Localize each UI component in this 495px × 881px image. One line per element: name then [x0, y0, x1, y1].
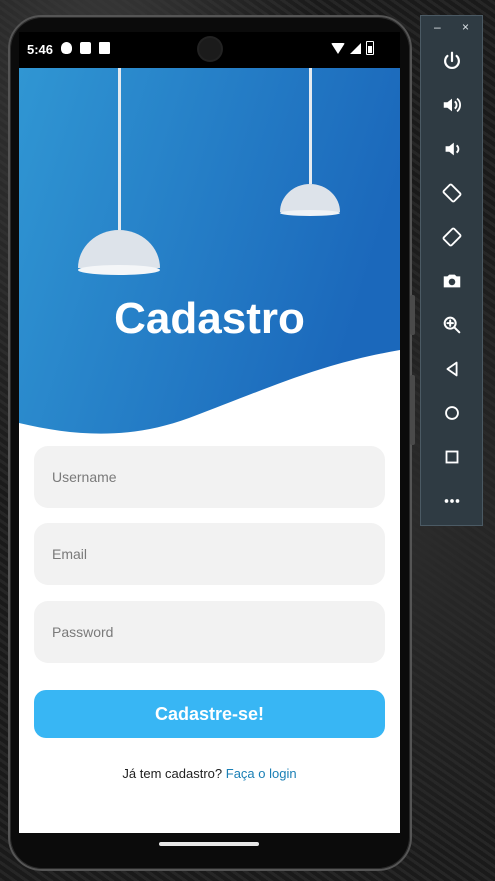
- more-button[interactable]: [421, 483, 482, 519]
- more-icon: [444, 499, 459, 503]
- volume-down-button[interactable]: [421, 131, 482, 167]
- rotate-left-button[interactable]: [421, 175, 482, 211]
- home-icon: [444, 406, 459, 420]
- battery-icon: [366, 41, 374, 55]
- zoom-button[interactable]: [421, 307, 482, 343]
- overview-button[interactable]: [421, 439, 482, 475]
- front-camera: [199, 38, 221, 60]
- login-prompt-text: Já tem cadastro?: [122, 766, 223, 781]
- zoom-icon: [443, 316, 460, 334]
- rotate-right-button[interactable]: [421, 219, 482, 255]
- signal-icon: [350, 42, 361, 54]
- login-prompt: Já tem cadastro? Faça o login: [19, 766, 400, 781]
- system-icons: [331, 41, 374, 55]
- register-button[interactable]: Cadastre-se!: [34, 690, 385, 738]
- camera-icon: [443, 274, 460, 288]
- gesture-nav-handle[interactable]: [159, 842, 259, 846]
- emulator-toolbar: – ×: [420, 15, 483, 526]
- back-button[interactable]: [421, 351, 482, 387]
- shield-icon: [61, 42, 72, 54]
- minimize-button[interactable]: –: [434, 20, 441, 34]
- overview-icon: [445, 450, 458, 464]
- app-screen: Cadastro Cadastre-se! Já tem cadastro? F…: [19, 68, 400, 833]
- notification-icons: [61, 42, 110, 54]
- password-input[interactable]: [34, 601, 385, 663]
- page-title: Cadastro: [114, 294, 305, 343]
- power-button[interactable]: [421, 43, 482, 79]
- power-icon: [443, 51, 460, 70]
- status-time: 5:46: [27, 42, 54, 57]
- text-a-icon: [99, 42, 110, 54]
- login-link[interactable]: Faça o login: [226, 766, 297, 781]
- volume-up-icon: [443, 97, 461, 113]
- sim-card-icon: [80, 42, 91, 54]
- phone-side-button: [410, 295, 415, 335]
- header-wave: [19, 68, 400, 434]
- emulator-window-controls: – ×: [421, 20, 482, 36]
- rotate-right-icon: [442, 227, 461, 247]
- wifi-icon: [331, 42, 345, 54]
- rotate-left-icon: [442, 183, 461, 203]
- status-bar: 5:46: [19, 32, 400, 68]
- volume-up-button[interactable]: [421, 87, 482, 123]
- phone-volume-button: [410, 375, 415, 445]
- close-button[interactable]: ×: [462, 20, 469, 34]
- email-input[interactable]: [34, 523, 385, 585]
- volume-down-icon: [445, 142, 459, 156]
- username-input[interactable]: [34, 446, 385, 508]
- header-banner: Cadastro: [19, 68, 400, 438]
- back-icon: [446, 361, 457, 377]
- home-button[interactable]: [421, 395, 482, 431]
- screenshot-button[interactable]: [421, 263, 482, 299]
